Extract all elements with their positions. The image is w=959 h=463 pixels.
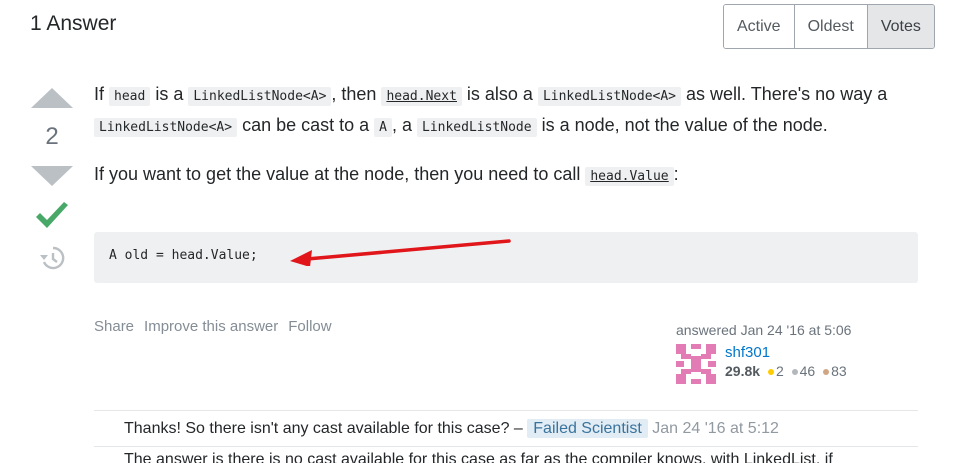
inline-code: LinkedListNode <box>417 118 537 137</box>
gold-badge-count: 2 <box>775 363 784 379</box>
comment-text: Thanks! So there isn't any cast availabl… <box>124 420 523 437</box>
text: , then <box>331 84 382 104</box>
gold-badge-icon <box>767 368 774 375</box>
user-name-link[interactable]: shf301 <box>725 344 770 361</box>
bronze-badge-count: 83 <box>831 363 847 379</box>
reputation-line: 29.8k 2 46 83 <box>725 363 847 379</box>
answer-paragraph-1: If head is a LinkedListNode<A>, then hea… <box>94 80 920 142</box>
follow-link[interactable]: Follow <box>288 318 331 335</box>
inline-code: A <box>374 118 392 137</box>
inline-code-link[interactable]: head.Value <box>585 164 674 186</box>
accepted-checkmark-icon <box>36 202 68 228</box>
comment-text: The answer is there is no cast available… <box>124 451 833 463</box>
text: can be cast to a <box>237 115 375 135</box>
comment-date: Jan 24 '16 at 5:12 <box>652 420 779 437</box>
answer-body: If head is a LinkedListNode<A>, then hea… <box>94 80 920 209</box>
history-icon[interactable] <box>39 245 65 271</box>
silver-badge-icon <box>791 368 798 375</box>
vote-cell: 2 <box>30 88 74 271</box>
sort-tabs: Active Oldest Votes <box>723 4 935 49</box>
tab-active[interactable]: Active <box>724 5 795 48</box>
inline-code: LinkedListNode<A> <box>537 87 682 106</box>
comment-user-link[interactable]: Failed Scientist <box>527 419 648 438</box>
user-signature: answered Jan 24 '16 at 5:06 shf301 29.8k… <box>676 322 896 384</box>
vote-down-icon[interactable] <box>31 166 73 186</box>
comment-item: The answer is there is no cast available… <box>94 451 918 463</box>
text: is also a <box>461 84 538 104</box>
text: is a <box>150 84 189 104</box>
text: is a node, not the value of the node. <box>536 115 828 135</box>
text: If you want to get the value at the node… <box>94 164 586 184</box>
avatar[interactable] <box>676 344 716 384</box>
text: , a <box>391 115 417 135</box>
inline-code: head.Value <box>585 167 674 186</box>
inline-code: head <box>109 87 151 106</box>
reputation-score: 29.8k <box>725 363 761 379</box>
vote-up-icon[interactable] <box>31 88 73 108</box>
bronze-badge-icon <box>823 368 830 375</box>
comment-item: Thanks! So there isn't any cast availabl… <box>94 411 918 447</box>
silver-badge-count: 46 <box>799 363 816 379</box>
tab-oldest[interactable]: Oldest <box>794 5 868 48</box>
inline-code-link[interactable]: head.Next <box>381 84 462 106</box>
text: as well. There's no way a <box>681 84 888 104</box>
text: If <box>94 84 110 104</box>
user-details: shf301 29.8k 2 46 83 <box>725 344 847 384</box>
red-arrow-annotation <box>290 239 511 266</box>
improve-answer-link[interactable]: Improve this answer <box>144 318 278 335</box>
tab-votes[interactable]: Votes <box>867 5 934 48</box>
post-menu: Share Improve this answer Follow <box>94 318 332 335</box>
text: : <box>673 164 679 184</box>
answers-count-header: 1 Answer <box>30 12 117 35</box>
answered-time: answered Jan 24 '16 at 5:06 <box>676 322 852 338</box>
share-link[interactable]: Share <box>94 318 134 335</box>
vote-count: 2 <box>45 123 59 150</box>
inline-code: LinkedListNode<A> <box>188 87 332 106</box>
answer-paragraph-2: If you want to get the value at the node… <box>94 160 920 191</box>
inline-code: head.Next <box>381 87 462 106</box>
user-row: shf301 29.8k 2 46 83 <box>676 344 896 384</box>
inline-code: LinkedListNode<A> <box>94 118 238 137</box>
comments-list: Thanks! So there isn't any cast availabl… <box>94 410 918 447</box>
